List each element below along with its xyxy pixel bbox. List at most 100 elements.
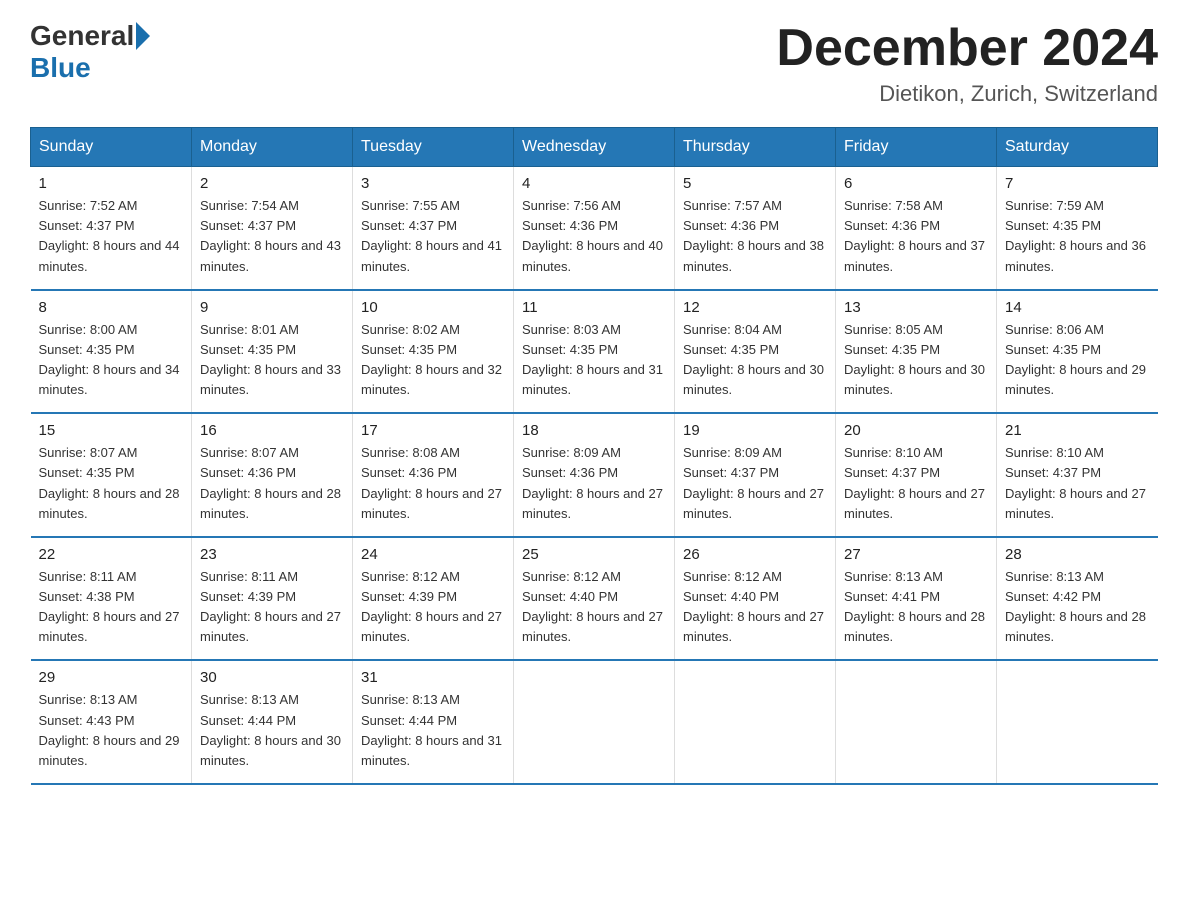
calendar-cell: 29 Sunrise: 8:13 AM Sunset: 4:43 PM Dayl… — [31, 660, 192, 784]
sunrise-time: 8:04 AM — [734, 322, 782, 337]
day-number: 25 — [522, 546, 666, 563]
sunset-label: Sunset: — [683, 465, 731, 480]
sunset-label: Sunset: — [200, 589, 248, 604]
sunset-time: 4:37 PM — [409, 218, 457, 233]
daylight-label: Daylight: — [200, 238, 254, 253]
daylight-label: Daylight: — [522, 486, 576, 501]
col-wednesday: Wednesday — [514, 128, 675, 167]
day-info: Sunrise: 8:12 AM Sunset: 4:39 PM Dayligh… — [361, 567, 505, 648]
sunset-time: 4:36 PM — [892, 218, 940, 233]
daylight-label: Daylight: — [1005, 362, 1059, 377]
sunset-label: Sunset: — [1005, 589, 1053, 604]
sunset-time: 4:37 PM — [86, 218, 134, 233]
daylight-label: Daylight: — [200, 609, 254, 624]
calendar-cell: 22 Sunrise: 8:11 AM Sunset: 4:38 PM Dayl… — [31, 537, 192, 661]
sunrise-time: 8:12 AM — [412, 569, 460, 584]
day-info: Sunrise: 8:09 AM Sunset: 4:36 PM Dayligh… — [522, 443, 666, 524]
day-number: 11 — [522, 299, 666, 316]
logo: General Blue — [30, 20, 150, 84]
sunset-label: Sunset: — [1005, 218, 1053, 233]
sunset-label: Sunset: — [844, 342, 892, 357]
sunset-time: 4:36 PM — [570, 465, 618, 480]
daylight-label: Daylight: — [39, 238, 93, 253]
sunrise-label: Sunrise: — [1005, 445, 1056, 460]
sunrise-time: 8:06 AM — [1056, 322, 1104, 337]
calendar-cell: 6 Sunrise: 7:58 AM Sunset: 4:36 PM Dayli… — [836, 167, 997, 290]
calendar-cell: 7 Sunrise: 7:59 AM Sunset: 4:35 PM Dayli… — [997, 167, 1158, 290]
day-info: Sunrise: 8:13 AM Sunset: 4:42 PM Dayligh… — [1005, 567, 1150, 648]
day-info: Sunrise: 8:13 AM Sunset: 4:41 PM Dayligh… — [844, 567, 988, 648]
day-number: 1 — [39, 175, 184, 192]
sunset-time: 4:35 PM — [1053, 218, 1101, 233]
daylight-label: Daylight: — [1005, 238, 1059, 253]
day-info: Sunrise: 8:11 AM Sunset: 4:38 PM Dayligh… — [39, 567, 184, 648]
day-info: Sunrise: 8:08 AM Sunset: 4:36 PM Dayligh… — [361, 443, 505, 524]
sunset-label: Sunset: — [39, 465, 87, 480]
sunrise-time: 8:13 AM — [1056, 569, 1104, 584]
day-info: Sunrise: 8:00 AM Sunset: 4:35 PM Dayligh… — [39, 320, 184, 401]
sunrise-time: 8:09 AM — [573, 445, 621, 460]
calendar-cell: 26 Sunrise: 8:12 AM Sunset: 4:40 PM Dayl… — [675, 537, 836, 661]
sunset-label: Sunset: — [522, 342, 570, 357]
daylight-label: Daylight: — [522, 609, 576, 624]
calendar-header: Sunday Monday Tuesday Wednesday Thursday… — [31, 128, 1158, 167]
sunrise-label: Sunrise: — [200, 692, 251, 707]
day-info: Sunrise: 8:03 AM Sunset: 4:35 PM Dayligh… — [522, 320, 666, 401]
day-number: 7 — [1005, 175, 1150, 192]
day-info: Sunrise: 8:13 AM Sunset: 4:44 PM Dayligh… — [361, 690, 505, 771]
calendar-cell: 17 Sunrise: 8:08 AM Sunset: 4:36 PM Dayl… — [353, 413, 514, 537]
calendar-week-row: 15 Sunrise: 8:07 AM Sunset: 4:35 PM Dayl… — [31, 413, 1158, 537]
sunset-time: 4:35 PM — [731, 342, 779, 357]
sunrise-time: 8:07 AM — [251, 445, 299, 460]
sunrise-label: Sunrise: — [683, 445, 734, 460]
day-number: 31 — [361, 669, 505, 686]
day-number: 12 — [683, 299, 827, 316]
calendar-cell: 27 Sunrise: 8:13 AM Sunset: 4:41 PM Dayl… — [836, 537, 997, 661]
location-subtitle: Dietikon, Zurich, Switzerland — [776, 81, 1158, 107]
sunrise-time: 8:13 AM — [895, 569, 943, 584]
day-number: 9 — [200, 299, 344, 316]
calendar-cell: 15 Sunrise: 8:07 AM Sunset: 4:35 PM Dayl… — [31, 413, 192, 537]
day-info: Sunrise: 7:59 AM Sunset: 4:35 PM Dayligh… — [1005, 196, 1150, 277]
sunset-label: Sunset: — [200, 713, 248, 728]
col-thursday: Thursday — [675, 128, 836, 167]
day-number: 26 — [683, 546, 827, 563]
sunrise-label: Sunrise: — [522, 445, 573, 460]
sunrise-label: Sunrise: — [200, 198, 251, 213]
sunset-time: 4:39 PM — [248, 589, 296, 604]
title-block: December 2024 Dietikon, Zurich, Switzerl… — [776, 20, 1158, 107]
calendar-cell: 16 Sunrise: 8:07 AM Sunset: 4:36 PM Dayl… — [192, 413, 353, 537]
sunset-label: Sunset: — [39, 342, 87, 357]
sunset-label: Sunset: — [200, 342, 248, 357]
sunrise-time: 7:54 AM — [251, 198, 299, 213]
daylight-label: Daylight: — [683, 486, 737, 501]
sunrise-label: Sunrise: — [844, 569, 895, 584]
sunrise-time: 8:09 AM — [734, 445, 782, 460]
sunrise-label: Sunrise: — [844, 322, 895, 337]
day-number: 30 — [200, 669, 344, 686]
daylight-label: Daylight: — [844, 609, 898, 624]
daylight-label: Daylight: — [844, 238, 898, 253]
daylight-label: Daylight: — [683, 362, 737, 377]
day-number: 22 — [39, 546, 184, 563]
calendar-cell: 12 Sunrise: 8:04 AM Sunset: 4:35 PM Dayl… — [675, 290, 836, 414]
day-info: Sunrise: 7:55 AM Sunset: 4:37 PM Dayligh… — [361, 196, 505, 277]
calendar-cell: 19 Sunrise: 8:09 AM Sunset: 4:37 PM Dayl… — [675, 413, 836, 537]
calendar-cell: 21 Sunrise: 8:10 AM Sunset: 4:37 PM Dayl… — [997, 413, 1158, 537]
day-number: 5 — [683, 175, 827, 192]
daylight-label: Daylight: — [39, 362, 93, 377]
day-number: 4 — [522, 175, 666, 192]
sunrise-time: 7:59 AM — [1056, 198, 1104, 213]
sunrise-time: 8:00 AM — [90, 322, 138, 337]
daylight-label: Daylight: — [361, 238, 415, 253]
day-info: Sunrise: 8:07 AM Sunset: 4:36 PM Dayligh… — [200, 443, 344, 524]
day-number: 13 — [844, 299, 988, 316]
day-number: 15 — [39, 422, 184, 439]
logo-general-text: General — [30, 20, 134, 52]
sunset-time: 4:36 PM — [570, 218, 618, 233]
daylight-label: Daylight: — [200, 486, 254, 501]
sunset-label: Sunset: — [39, 713, 87, 728]
sunrise-label: Sunrise: — [1005, 322, 1056, 337]
day-info: Sunrise: 7:52 AM Sunset: 4:37 PM Dayligh… — [39, 196, 184, 277]
sunrise-time: 8:13 AM — [412, 692, 460, 707]
